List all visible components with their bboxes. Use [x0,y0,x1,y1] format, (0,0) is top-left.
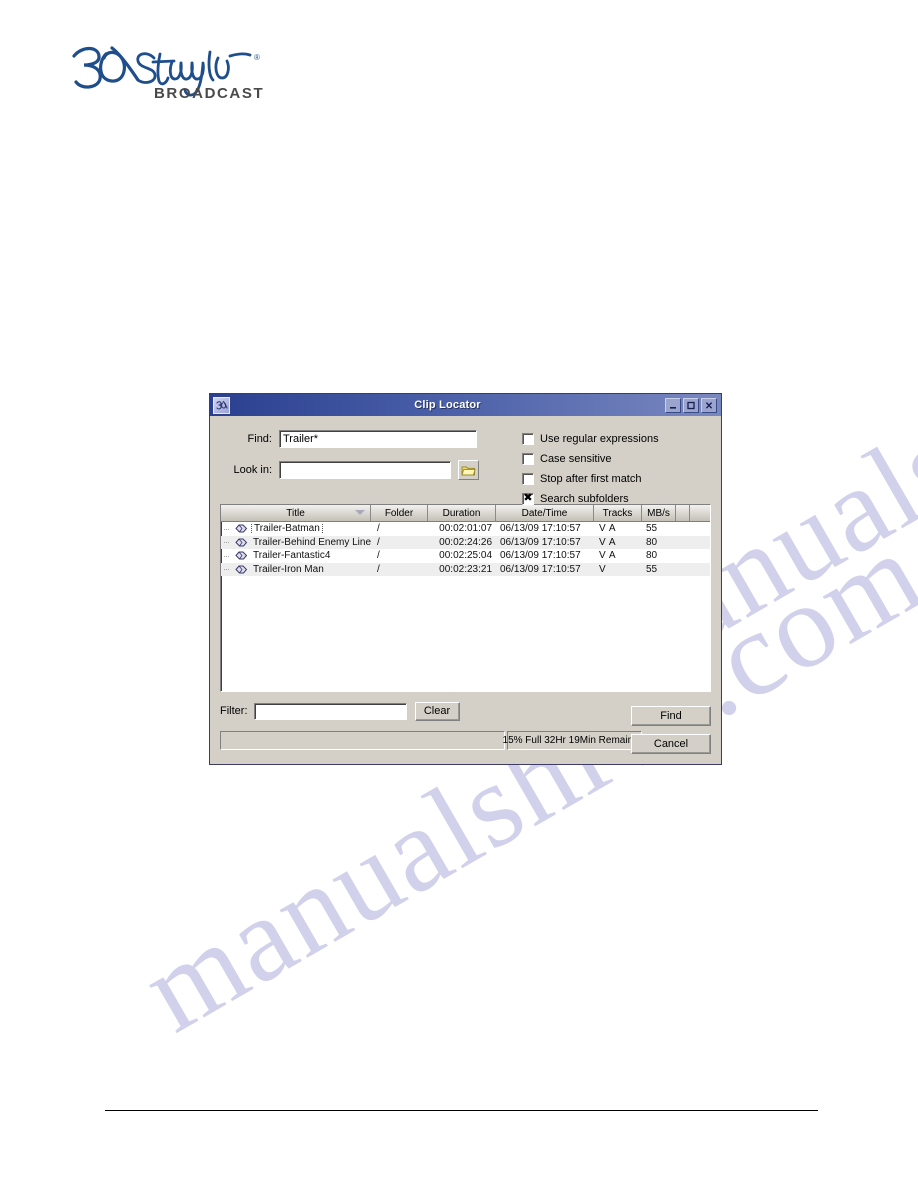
option-label: Use regular expressions [540,432,659,445]
360-logo-glyph [216,400,228,409]
cell-folder: / [377,536,380,548]
close-icon[interactable] [701,397,717,413]
page-footer-rule [105,1110,818,1111]
cell-datetime: 06/13/09 17:10:57 [500,536,581,548]
cell-tracks: V A [599,550,617,562]
cell-title-text: Trailer-Fantastic4 [253,550,331,562]
option-label: Search subfolders [540,492,629,505]
checkbox-search-subfolders[interactable] [522,492,534,505]
column-header-filler [690,505,710,521]
status-badge: 15% Full 32Hr 19Min Remaining [503,730,646,750]
cell-tracks: V [599,563,607,575]
tree-connector-icon: ··· [223,550,230,561]
clip-icon [235,538,248,547]
column-header-datetime[interactable]: Date/Time [496,505,594,521]
cell-folder: / [377,563,380,575]
brand-logo: ® BROADCAST [68,34,268,104]
dialog-body: Find: Trailer* Look in: Use regular expr… [210,416,721,764]
cell-tracks: V A [599,523,617,535]
storage-progress-bar [220,730,505,750]
cell-title-text: Trailer-Batman [251,523,323,535]
sort-descending-icon [355,510,365,515]
find-input[interactable]: Trailer* [279,430,477,448]
browse-folder-button[interactable] [458,460,479,480]
column-header-title-label: Title [286,507,305,519]
clip-locator-dialog: Clip Locator Find: Trailer* Look in: Use… [209,393,722,765]
tree-connector-icon: ··· [223,564,230,575]
cell-duration: 00:02:01:07 [439,523,492,535]
column-header-mbs[interactable]: MB/s [642,505,676,521]
find-label: Find: [247,433,272,445]
cancel-button[interactable]: Cancel [631,734,711,754]
cell-mbs: 55 [646,523,658,535]
clip-icon [235,524,248,533]
cell-title: ··· Trailer-Fantastic4 [221,550,371,561]
window-controls [665,397,717,413]
results-list[interactable]: Title Folder Duration Date/Time Tracks M… [220,504,711,692]
maximize-icon[interactable] [683,397,699,413]
clip-icon [235,551,248,560]
column-header-folder[interactable]: Folder [371,505,428,521]
filter-input[interactable] [253,702,407,720]
clip-icon [235,565,248,574]
logo-subtitle-text: BROADCAST [154,85,264,102]
column-header-spacer [676,505,690,521]
table-row[interactable]: ··· Trailer-Behind Enemy Lines / 00:02:2… [221,535,710,549]
cell-datetime: 06/13/09 17:10:57 [500,563,581,575]
lookin-label: Look in: [233,464,272,476]
filter-label: Filter: [220,705,248,717]
table-row[interactable]: ··· Trailer-Batman / 00:02:01:07 06/13/0… [221,522,710,536]
cell-folder: / [377,550,380,562]
cell-datetime: 06/13/09 17:10:57 [500,550,581,562]
column-header-title[interactable]: Title [221,505,371,521]
table-row[interactable]: ··· Trailer-Iron Man / 00:02:23:21 06/13… [221,562,710,576]
option-case-sensitive[interactable]: Case sensitive [522,452,659,465]
cell-mbs: 80 [646,550,658,562]
option-search-subfolders[interactable]: Search subfolders [522,492,659,505]
option-label: Case sensitive [540,452,612,465]
cell-title-text: Trailer-Iron Man [253,563,324,575]
cell-datetime: 06/13/09 17:10:57 [500,523,581,535]
tree-connector-icon: ··· [223,537,230,548]
find-button[interactable]: Find [631,706,711,726]
cell-mbs: 80 [646,536,658,548]
dialog-title: Clip Locator [414,399,481,411]
folder-icon [461,466,476,475]
option-label: Stop after first match [540,472,642,485]
option-stop-after-first-match[interactable]: Stop after first match [522,472,659,485]
cell-tracks: V A [599,536,617,548]
dialog-titlebar[interactable]: Clip Locator [210,394,721,416]
clear-button[interactable]: Clear [414,701,460,721]
tree-connector-icon: ··· [223,523,230,534]
cell-duration: 00:02:25:04 [439,550,492,562]
logo-graphic: ® BROADCAST [72,46,264,102]
search-fields: Find: Trailer* Look in: [220,424,510,502]
table-row[interactable]: ··· Trailer-Fantastic4 / 00:02:25:04 06/… [221,549,710,563]
cell-mbs: 55 [646,563,658,575]
cell-duration: 00:02:24:26 [439,536,492,548]
cell-title: ··· Trailer-Batman [221,523,371,535]
option-use-regular-expressions[interactable]: Use regular expressions [522,432,659,445]
cell-title: ··· Trailer-Behind Enemy Lines [221,537,371,548]
lookin-input[interactable] [279,461,451,479]
lookin-field-row: Look in: [220,460,510,480]
checkbox-case-sensitive[interactable] [522,452,534,465]
find-field-row: Find: Trailer* [220,430,510,448]
column-header-tracks[interactable]: Tracks [594,505,642,521]
results-header: Title Folder Duration Date/Time Tracks M… [221,505,710,522]
dialog-action-buttons: Find Cancel [631,706,711,754]
360-logo-icon[interactable] [213,396,230,414]
search-area: Find: Trailer* Look in: Use regular expr… [220,424,711,505]
cell-folder: / [377,523,380,535]
registered-mark-text: ® [254,53,260,62]
checkbox-use-regular-expressions[interactable] [522,432,534,445]
column-header-duration[interactable]: Duration [428,505,496,521]
minimize-icon[interactable] [665,397,681,413]
cell-duration: 00:02:23:21 [439,563,492,575]
checkbox-stop-after-first-match[interactable] [522,472,534,485]
cell-title: ··· Trailer-Iron Man [221,564,371,575]
cell-title-text: Trailer-Behind Enemy Lines [253,536,371,548]
search-options: Use regular expressions Case sensitive S… [510,424,659,505]
